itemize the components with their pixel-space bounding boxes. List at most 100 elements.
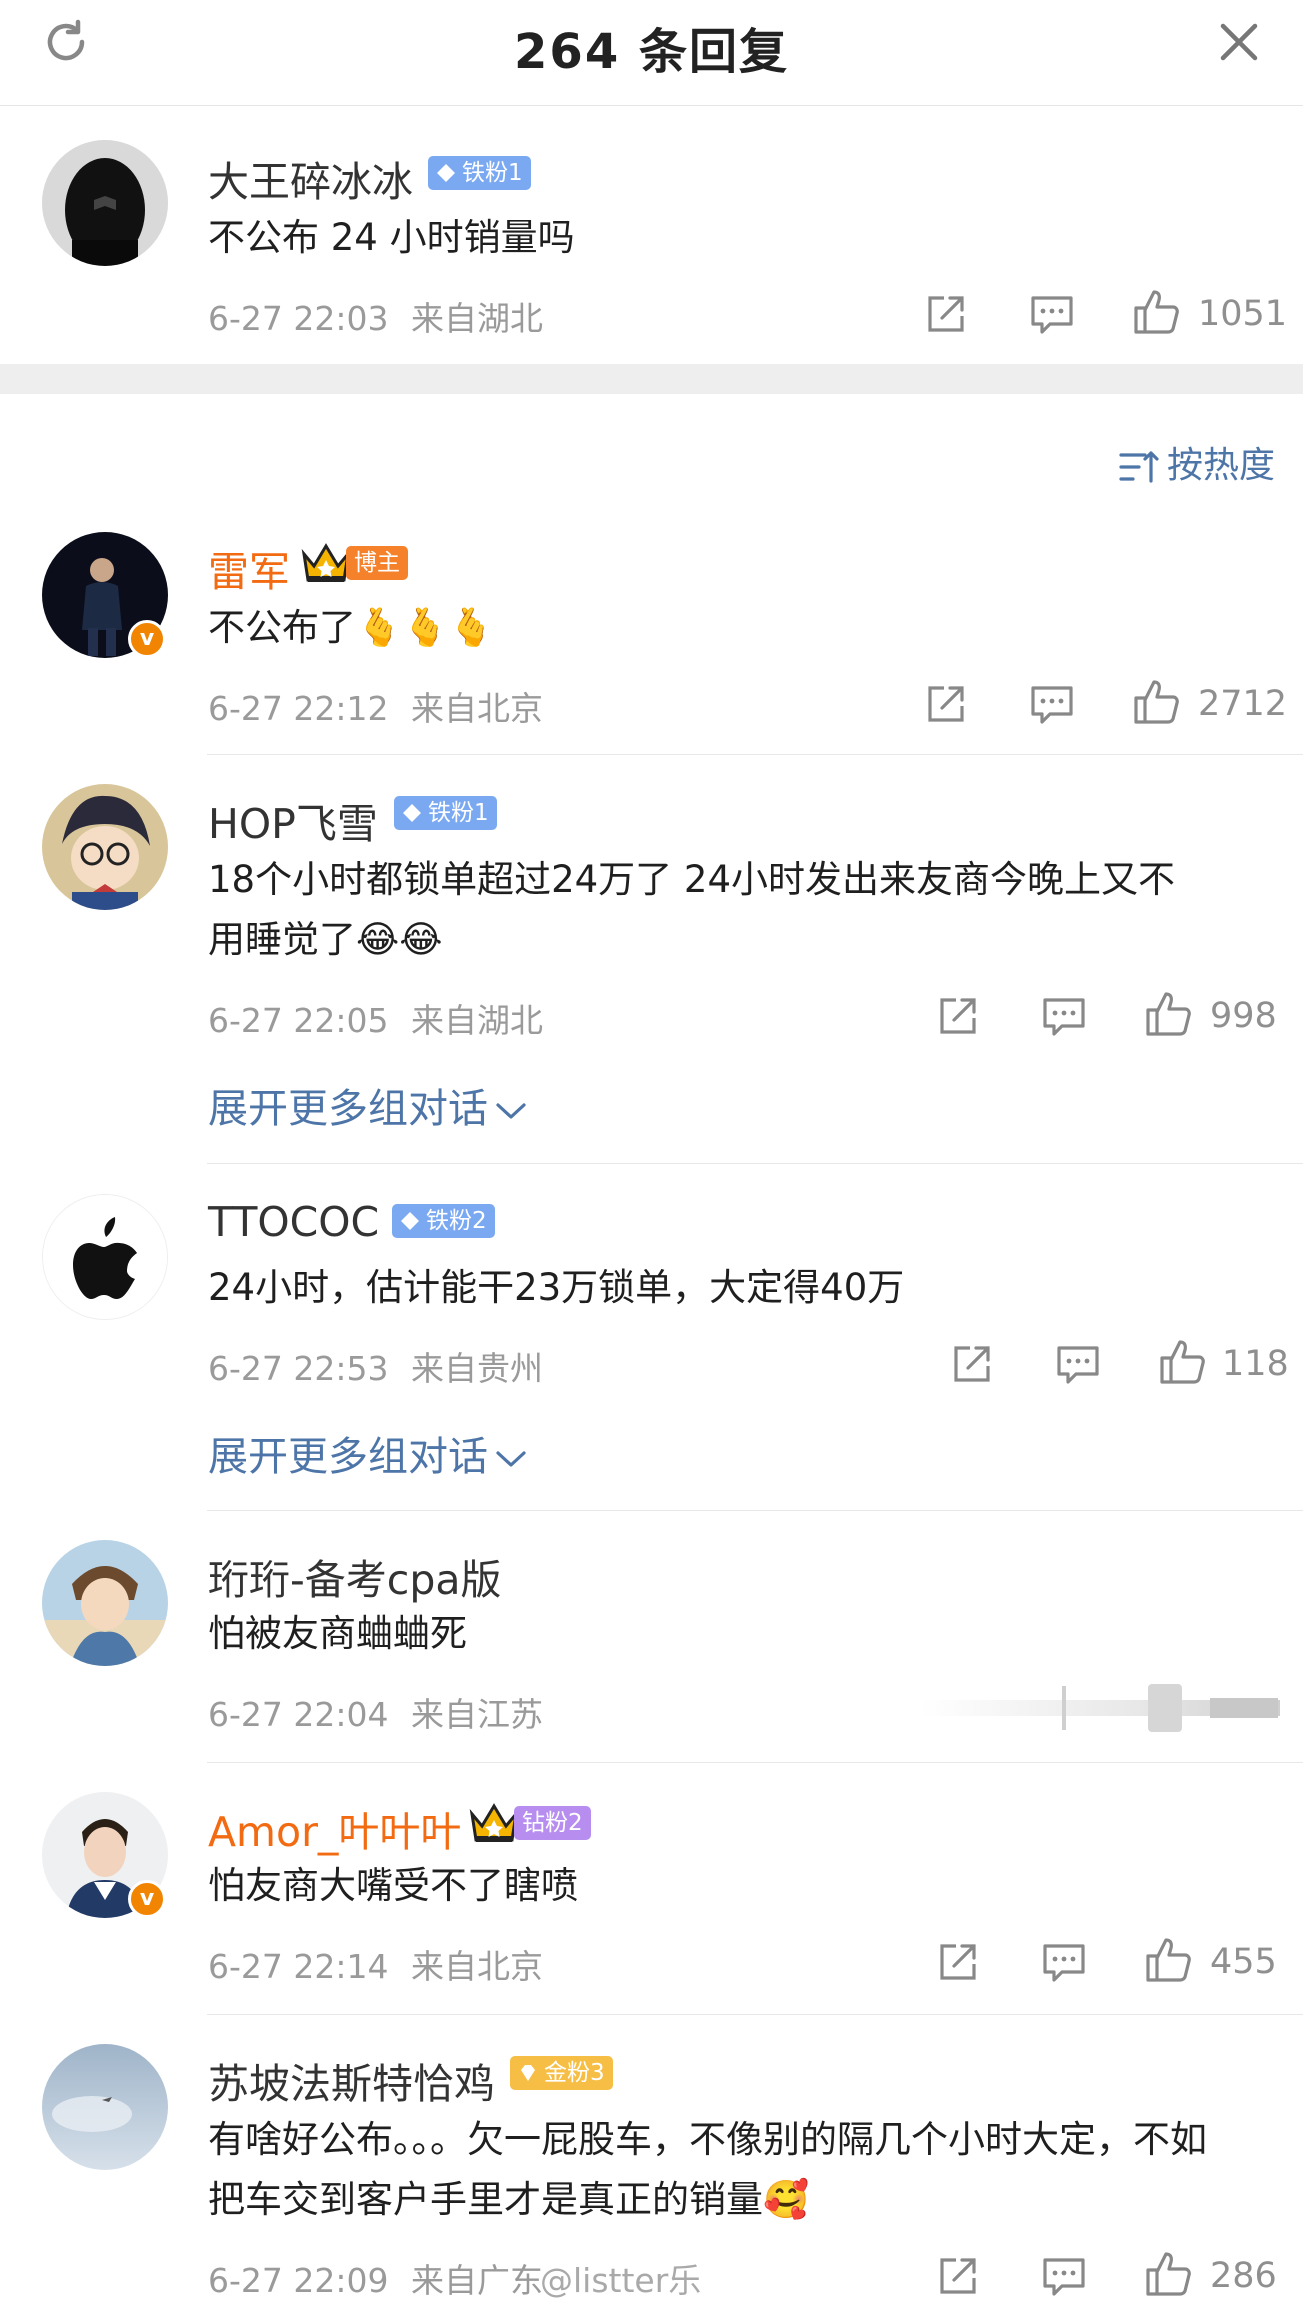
comment-meta: 6-27 22:03 来自湖北 — [208, 292, 543, 340]
like-icon[interactable] — [1144, 2250, 1192, 2298]
fan-badge: 铁粉2 — [392, 1204, 495, 1238]
comment-time: 6-27 22:03 — [208, 299, 389, 338]
divider — [207, 2014, 1303, 2015]
like-icon[interactable] — [1144, 1936, 1192, 1984]
fan-badge: 钻粉2 — [514, 1806, 591, 1840]
share-icon[interactable] — [924, 682, 968, 726]
user-name[interactable]: 雷军 — [208, 538, 290, 598]
blogger-badge-label: 博主 — [354, 550, 400, 576]
comment-meta: 6-27 22:09 来自广东 — [208, 2254, 543, 2302]
chevron-down-icon — [496, 1451, 526, 1467]
like-count: 998 — [1210, 996, 1277, 1036]
divider — [207, 1163, 1303, 1164]
comment-location: 来自湖北 — [411, 299, 543, 338]
comment-text: 不公布 24 小时销量吗 — [208, 216, 575, 259]
comment-time: 6-27 22:04 — [208, 1695, 389, 1734]
fan-badge-label: 金粉3 — [544, 2060, 605, 2086]
comment-time: 6-27 22:05 — [208, 1001, 389, 1040]
close-icon[interactable] — [1215, 18, 1263, 66]
comment-text-line-1: 有啥好公布。。。欠一屁股车，不像别的隔几个小时大定，不如 — [208, 2118, 1207, 2161]
like-icon[interactable] — [1132, 288, 1180, 336]
diamond-icon — [403, 804, 421, 822]
expand-label: 展开更多组对话 — [208, 1434, 488, 1480]
comment-icon[interactable] — [1042, 996, 1086, 1038]
comment-meta: 6-27 22:04 来自江苏 — [208, 1688, 543, 1736]
avatar[interactable] — [42, 140, 168, 266]
crown-icon — [301, 543, 351, 582]
share-icon[interactable] — [924, 292, 968, 336]
user-name[interactable]: HOP飞雪 — [208, 790, 378, 850]
verified-badge-icon: v — [128, 1880, 166, 1918]
comment-text-line-1: 18个小时都锁单超过24万了 24小时发出来友商今晚上又不 — [208, 858, 1176, 901]
comment-text-line-2: 用睡觉了😂😂 — [208, 918, 443, 961]
comment-time: 6-27 22:53 — [208, 1349, 389, 1388]
sort-label: 按热度 — [1166, 445, 1275, 486]
fan-badge: 金粉3 — [510, 2056, 613, 2090]
comment-location: 来自广东 — [411, 2261, 543, 2300]
gold-gem-icon — [521, 2065, 535, 2081]
fan-badge-label: 钻粉2 — [522, 1810, 583, 1836]
comment-meta: 6-27 22:12 来自北京 — [208, 682, 543, 730]
comment-meta: 6-27 22:53 来自贵州 — [208, 1342, 543, 1390]
comment-time: 6-27 22:12 — [208, 689, 389, 728]
diamond-icon — [401, 1212, 419, 1230]
blogger-badge: 博主 — [346, 546, 408, 580]
watermark: @listter乐 — [540, 2261, 702, 2300]
like-count: 2712 — [1198, 684, 1288, 724]
avatar[interactable] — [42, 784, 168, 910]
comment-text: 24小时，估计能干23万锁单，大定得40万 — [208, 1266, 905, 1309]
avatar[interactable] — [42, 1540, 168, 1666]
user-name[interactable]: 苏坡法斯特恰鸡 — [208, 2050, 495, 2110]
divider — [207, 754, 1303, 755]
like-icon[interactable] — [1144, 990, 1192, 1038]
comment-location: 来自湖北 — [411, 1001, 543, 1040]
share-icon[interactable] — [950, 1342, 994, 1386]
user-name[interactable]: Amor_叶叶叶 — [208, 1798, 461, 1858]
comment-location: 来自北京 — [411, 689, 543, 728]
chevron-down-icon — [496, 1103, 526, 1119]
section-separator — [0, 364, 1303, 394]
comment-text: 怕被友商蛐蛐死 — [208, 1612, 467, 1655]
user-name[interactable]: 珩珩-备考cpa版 — [208, 1546, 502, 1606]
comment-icon[interactable] — [1030, 684, 1074, 726]
user-name[interactable]: 大王碎冰冰 — [208, 148, 413, 208]
like-icon[interactable] — [1132, 678, 1180, 726]
expand-label: 展开更多组对话 — [208, 1086, 488, 1132]
like-count: 286 — [1210, 2256, 1277, 2296]
diamond-icon — [437, 164, 455, 182]
expand-conversation-link[interactable]: 展开更多组对话 — [208, 1076, 528, 1134]
fan-badge-label: 铁粉1 — [462, 160, 523, 186]
comment-time: 6-27 22:09 — [208, 2261, 389, 2300]
expand-conversation-link[interactable]: 展开更多组对话 — [208, 1424, 528, 1482]
share-icon[interactable] — [936, 2254, 980, 2298]
verified-badge-icon: v — [128, 620, 166, 658]
comment-icon[interactable] — [1030, 294, 1074, 336]
comment-meta: 6-27 22:05 来自湖北 — [208, 994, 543, 1042]
fan-badge-label: 铁粉2 — [426, 1208, 487, 1234]
avatar[interactable] — [42, 2044, 168, 2170]
avatar[interactable] — [42, 1194, 168, 1320]
comment-text: 怕友商大嘴受不了瞎喷 — [208, 1864, 578, 1907]
comment-meta: 6-27 22:14 来自北京 — [208, 1940, 543, 1988]
root-comment: 大王碎冰冰 铁粉1 不公布 24 小时销量吗 6-27 22:03 来自湖北 1… — [0, 106, 1303, 364]
comment-text-line-2: 把车交到客户手里才是真正的销量🥰 — [208, 2178, 810, 2221]
like-icon[interactable] — [1158, 1338, 1206, 1386]
fan-badge: 铁粉1 — [394, 796, 497, 830]
share-icon[interactable] — [936, 1940, 980, 1984]
comment-text: 不公布了🫰🫰🫰 — [208, 606, 495, 649]
comment-icon[interactable] — [1056, 1344, 1100, 1386]
user-name[interactable]: TTOCOC — [208, 1198, 379, 1246]
divider — [207, 1762, 1303, 1763]
blurred-action-bar — [920, 1684, 1280, 1732]
comment-location: 来自贵州 — [411, 1349, 543, 1388]
comment-location: 来自江苏 — [411, 1695, 543, 1734]
comment-location: 来自北京 — [411, 1947, 543, 1986]
comment-time: 6-27 22:14 — [208, 1947, 389, 1986]
comment-icon[interactable] — [1042, 2256, 1086, 2298]
like-count: 118 — [1222, 1344, 1289, 1384]
divider — [207, 1510, 1303, 1511]
sort-button[interactable]: 按热度 — [1119, 436, 1275, 488]
share-icon[interactable] — [936, 994, 980, 1038]
sort-icon — [1119, 451, 1159, 483]
comment-icon[interactable] — [1042, 1942, 1086, 1984]
